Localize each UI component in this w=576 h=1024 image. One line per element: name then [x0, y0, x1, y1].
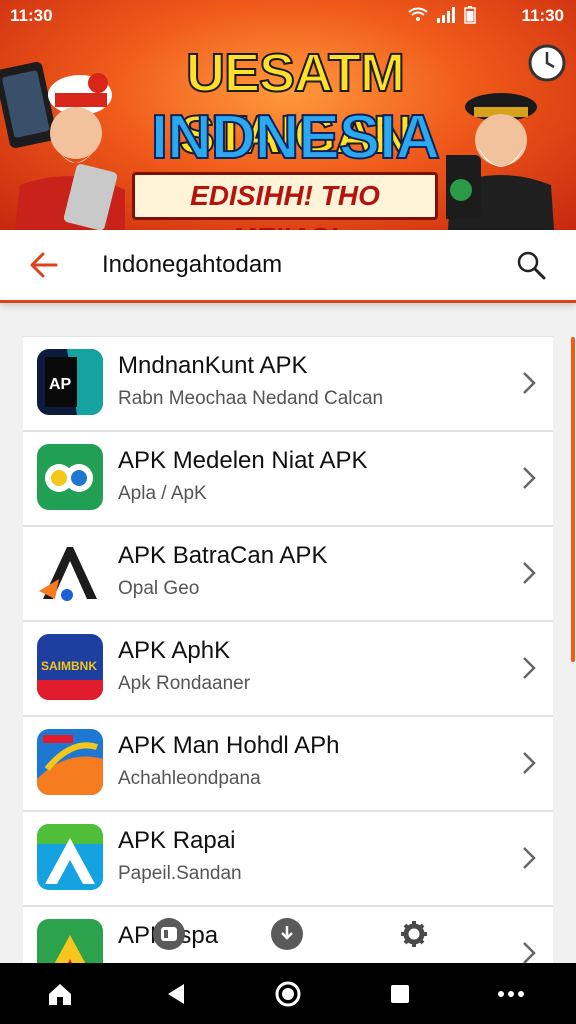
app-icon: SAIMBNK — [37, 634, 103, 700]
app-icon — [37, 729, 103, 795]
promo-banner[interactable]: 11:30 11:30 UESATM STAIGAN INDNESIA EDIS… — [0, 0, 576, 230]
wifi-icon — [408, 7, 428, 21]
system-nav-bar — [0, 963, 576, 1024]
scrollbar[interactable] — [571, 337, 575, 662]
list-item[interactable]: APK Medelen Niat APK Apla / ApK — [23, 432, 553, 527]
recents-icon[interactable] — [386, 981, 414, 1007]
list-item[interactable]: AP MndnanKunt APK Rabn Meochaa Nedand Ca… — [23, 336, 553, 432]
app-title: APK Rapai — [118, 827, 236, 854]
list-item[interactable]: APK BatraCan APK Opal Geo — [23, 527, 553, 622]
status-time-left: 11:30 — [10, 6, 53, 25]
chevron-right-icon — [523, 372, 536, 394]
list-item[interactable]: SAIMBNK APK AphK Apk Rondaaner — [23, 622, 553, 717]
signal-icon — [437, 7, 455, 23]
app-icon: AP — [37, 349, 103, 415]
chevron-right-icon — [523, 657, 536, 679]
status-bar: 11:30 11:30 — [0, 4, 576, 28]
app-title: APK BatraCan APK — [118, 542, 328, 569]
list-item[interactable]: APK Man Hohdl APh Achahleondpana — [23, 717, 553, 812]
download-icon[interactable] — [270, 917, 304, 951]
settings-gear-icon[interactable] — [397, 917, 431, 951]
app-list: AP MndnanKunt APK Rabn Meochaa Nedand Ca… — [23, 336, 553, 1002]
app-icon — [37, 824, 103, 890]
clock-icon — [528, 44, 566, 82]
chevron-right-icon — [523, 847, 536, 869]
battery-icon — [464, 6, 476, 24]
app-title: APK Medelen Niat APK — [118, 447, 368, 474]
app-subtitle: Rabn Meochaa Nedand Calcan — [118, 388, 384, 409]
app-subtitle: Papeil.Sandan — [118, 863, 242, 884]
more-icon[interactable] — [497, 981, 525, 1007]
app-icon — [37, 444, 103, 510]
chevron-right-icon — [523, 562, 536, 584]
app-title: MndnanKunt APK — [118, 352, 308, 379]
svg-text:AP: AP — [49, 376, 72, 393]
status-time-right: 11:30 — [521, 6, 564, 25]
chevron-right-icon — [523, 752, 536, 774]
apps-grid-icon[interactable] — [152, 917, 186, 951]
chevron-right-icon — [523, 467, 536, 489]
banner-ribbon: EDISIHH! THO MEIIAS! — [132, 172, 438, 230]
app-subtitle: Apk Rondaaner — [118, 673, 251, 694]
app-subtitle: Apla / ApK — [118, 483, 207, 504]
status-icons — [408, 6, 476, 24]
svg-text:SAIMBNK: SAIMBNK — [41, 659, 97, 673]
app-title: APK AphK — [118, 637, 231, 664]
back-icon[interactable] — [162, 981, 190, 1007]
search-query[interactable]: Indonegahtodam — [102, 251, 282, 279]
home-circle-icon[interactable] — [274, 981, 302, 1007]
search-bar: Indonegahtodam — [0, 230, 576, 303]
search-icon[interactable] — [516, 250, 546, 280]
app-subtitle: Achahleondpana — [118, 768, 261, 789]
app-subtitle: Opal Geo — [118, 578, 200, 599]
app-icon — [37, 539, 103, 605]
app-title: APK Man Hohdl APh — [118, 732, 340, 759]
list-item[interactable]: APK Rapai Papeil.Sandan — [23, 812, 553, 907]
mascot-officer-illustration — [446, 93, 554, 230]
home-icon[interactable] — [46, 981, 74, 1007]
back-arrow-icon[interactable] — [28, 250, 60, 280]
banner-subheadline: INDNESIA — [150, 102, 441, 173]
